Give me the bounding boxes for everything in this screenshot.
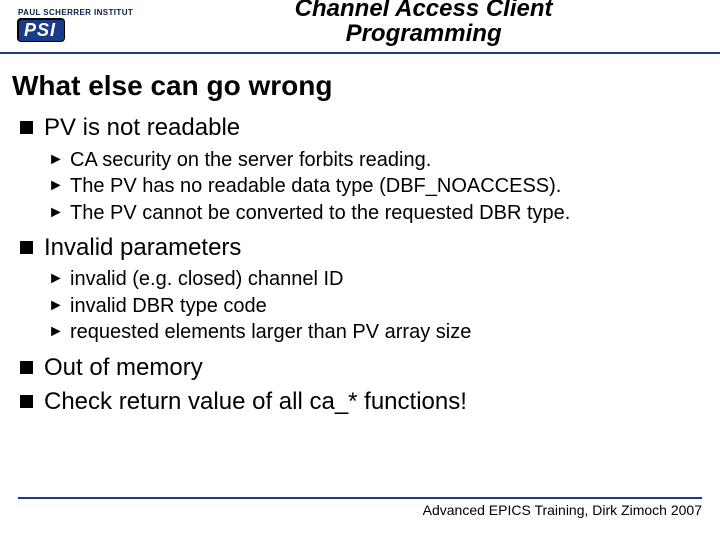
psi-logo: PAUL SCHERRER INSTITUT PSI	[18, 6, 133, 41]
slide-heading: What else can go wrong	[12, 70, 702, 102]
sub-list-item: requested elements larger than PV array …	[48, 319, 702, 345]
list-item-label: Check return value of all ca_* functions…	[44, 388, 467, 415]
slide-title-line2: Programming	[346, 20, 502, 47]
sub-list-item: invalid (e.g. closed) channel ID	[48, 266, 702, 292]
slide-footer: Advanced EPICS Training, Dirk Zimoch 200…	[18, 497, 702, 518]
sub-list-item: invalid DBR type code	[48, 293, 702, 319]
slide-title-line1: Channel Access Client	[295, 0, 553, 22]
list-item: PV is not readable CA security on the se…	[20, 112, 702, 226]
list-item: Out of memory	[20, 352, 702, 384]
footer-text: Advanced EPICS Training, Dirk Zimoch 200…	[423, 502, 702, 518]
list-item-label: Invalid parameters	[44, 234, 241, 261]
bullet-list: PV is not readable CA security on the se…	[20, 112, 702, 418]
slide-header: PAUL SCHERRER INSTITUT PSI Channel Acces…	[0, 0, 720, 54]
sub-list-item: The PV cannot be converted to the reques…	[48, 200, 702, 226]
list-item-label: PV is not readable	[44, 114, 240, 141]
sub-list-item: The PV has no readable data type (DBF_NO…	[48, 173, 702, 199]
list-item: Check return value of all ca_* functions…	[20, 386, 702, 418]
sub-list: CA security on the server forbits readin…	[48, 147, 702, 226]
list-item-label: Out of memory	[44, 354, 203, 381]
institute-name: PAUL SCHERRER INSTITUT	[18, 8, 133, 17]
sub-list: invalid (e.g. closed) channel ID invalid…	[48, 266, 702, 345]
slide-content: What else can go wrong PV is not readabl…	[0, 54, 720, 418]
psi-logo-mark: PSI	[18, 19, 64, 41]
sub-list-item: CA security on the server forbits readin…	[48, 147, 702, 173]
list-item: Invalid parameters invalid (e.g. closed)…	[20, 232, 702, 346]
slide-title: Channel Access Client Programming	[145, 0, 702, 46]
slide-title-block: Channel Access Client Programming	[145, 0, 702, 46]
